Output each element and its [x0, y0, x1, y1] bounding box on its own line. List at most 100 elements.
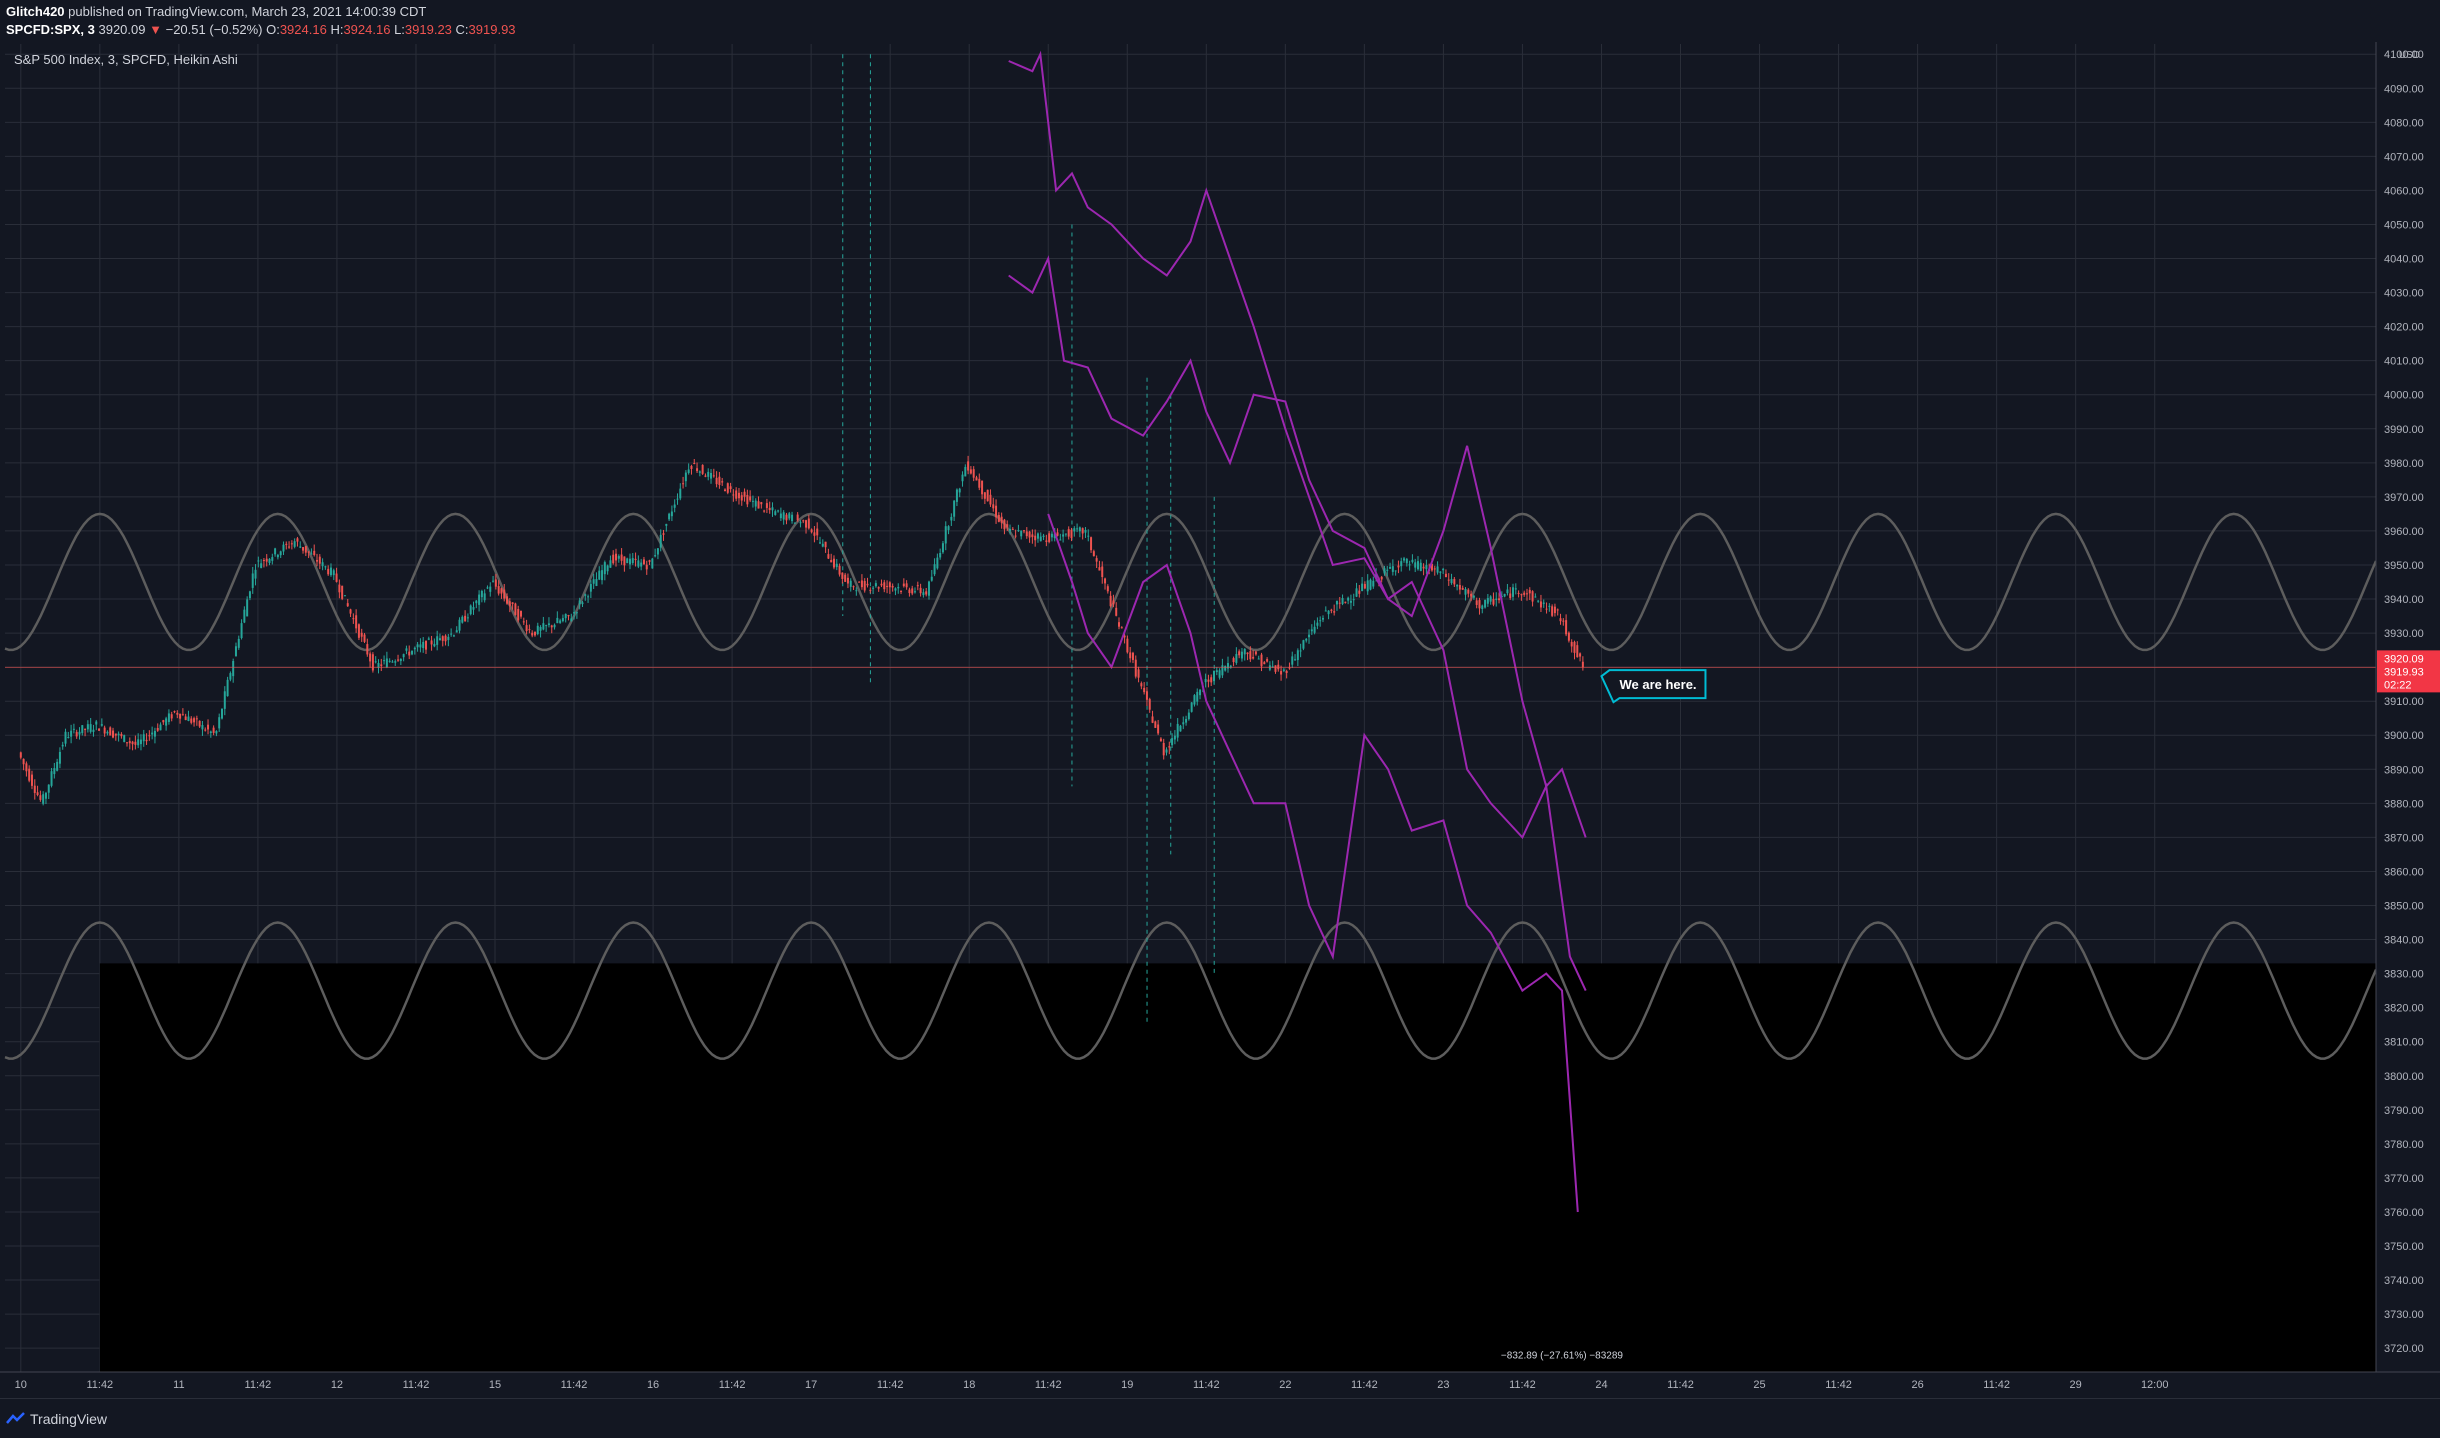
candle-body [366, 644, 369, 655]
candle-body [221, 708, 224, 719]
candle-body [1252, 656, 1255, 659]
candle-body [575, 612, 578, 614]
candle-body [1324, 610, 1327, 612]
candle-body [1475, 600, 1478, 605]
candle-body [464, 615, 467, 622]
candle-body [56, 761, 59, 771]
candle-body [651, 558, 654, 569]
time-tick-label: 11:42 [1351, 1379, 1378, 1391]
candle-body [173, 711, 176, 713]
candle-body [1403, 558, 1406, 561]
candle-body [190, 718, 193, 723]
price-tick-label: 3840.00 [2384, 935, 2424, 947]
candle-body [316, 560, 319, 562]
candle-body [668, 513, 671, 520]
candle-body [243, 609, 246, 623]
candle-body [223, 691, 226, 709]
candle-body [1031, 534, 1034, 538]
candle-body [620, 554, 623, 561]
candle-body [310, 553, 313, 555]
price-chart[interactable]: We are here. −832.89 (−27.61%) −83289 37… [0, 0, 2440, 1437]
candle-body [1299, 650, 1302, 652]
candle-body [1003, 519, 1006, 530]
candle-body [975, 477, 978, 481]
candle-body [380, 664, 383, 666]
candle-body [100, 724, 103, 726]
candle-body [573, 611, 576, 614]
candle-body [357, 624, 360, 638]
candle-body [1333, 611, 1336, 613]
candle-body [1386, 569, 1389, 571]
candle-body [204, 729, 207, 731]
candle-body [1213, 670, 1216, 682]
candle-body [788, 513, 791, 519]
candle-body [148, 735, 151, 737]
candle-body [30, 774, 33, 786]
candle-body [805, 520, 808, 528]
candle-body [1078, 527, 1081, 532]
candle-body [774, 511, 777, 515]
candle-body [1347, 597, 1350, 601]
price-axis[interactable]: 3720.00 3730.00 3740.00 3750.00 3760.00 3770.… [2375, 42, 2440, 1372]
time-tick-label: 11:42 [561, 1379, 588, 1391]
candle-body [346, 603, 349, 607]
candle-body [363, 634, 366, 642]
time-tick-label: 29 [2070, 1379, 2082, 1391]
candle-body [799, 522, 802, 524]
time-tick-label: 15 [489, 1379, 501, 1391]
candle-body [1235, 653, 1238, 663]
candle-body [536, 625, 539, 635]
candle-body [827, 554, 830, 559]
candle-body [765, 503, 768, 508]
candle-body [642, 559, 645, 565]
candle-body [212, 727, 215, 733]
candle-body [1349, 600, 1352, 603]
candle-body [1436, 566, 1439, 573]
candle-body [123, 735, 126, 742]
candle-body [257, 560, 260, 562]
price-tick-label: 3890.00 [2384, 764, 2424, 776]
candle-body [656, 548, 659, 555]
annotation-callout[interactable]: We are here. [1600, 669, 1707, 704]
candle-body [181, 714, 184, 716]
candle-body [237, 638, 240, 648]
price-tick-label: 3990.00 [2384, 424, 2424, 436]
candle-body [1159, 738, 1162, 742]
candle-body [1115, 607, 1118, 616]
candle-body [670, 511, 673, 517]
candle-body [355, 615, 358, 629]
candle-body [1296, 650, 1299, 661]
candle-body [1129, 652, 1132, 659]
candle-body [916, 585, 919, 587]
candle-body [1126, 638, 1129, 653]
brand-name[interactable]: TradingView [30, 1411, 107, 1427]
candle-body [321, 562, 324, 567]
candle-body [193, 718, 196, 723]
candle-body [1143, 687, 1146, 693]
candle-body [416, 644, 419, 648]
time-axis[interactable]: 10 11:42 11 11:42 12 11:42 15 11:42 16 11:42 17 11:… [0, 1371, 2440, 1398]
candle-body [165, 718, 168, 726]
candle-body [1274, 665, 1277, 672]
candle-body [1224, 665, 1227, 671]
price-tick-label: 3800.00 [2384, 1071, 2424, 1083]
candle-body [461, 616, 464, 623]
candle-body [1176, 723, 1179, 738]
price-tick-label: 3880.00 [2384, 798, 2424, 810]
candle-body [1383, 568, 1386, 574]
candle-body [1319, 620, 1322, 622]
candle-body [693, 463, 696, 465]
time-tick-label: 12:00 [2141, 1379, 2169, 1391]
candle-body [134, 741, 137, 745]
candle-body [729, 486, 732, 490]
candle-body [198, 720, 201, 727]
candle-body [1321, 618, 1324, 620]
candle-body [578, 600, 581, 604]
candle-body [248, 591, 251, 599]
candle-body [1009, 529, 1012, 531]
candle-body [972, 469, 975, 478]
price-tick-label: 4000.00 [2384, 390, 2424, 402]
candle-body [1232, 658, 1235, 663]
candle-body [662, 533, 665, 535]
candle-body [1344, 601, 1347, 603]
